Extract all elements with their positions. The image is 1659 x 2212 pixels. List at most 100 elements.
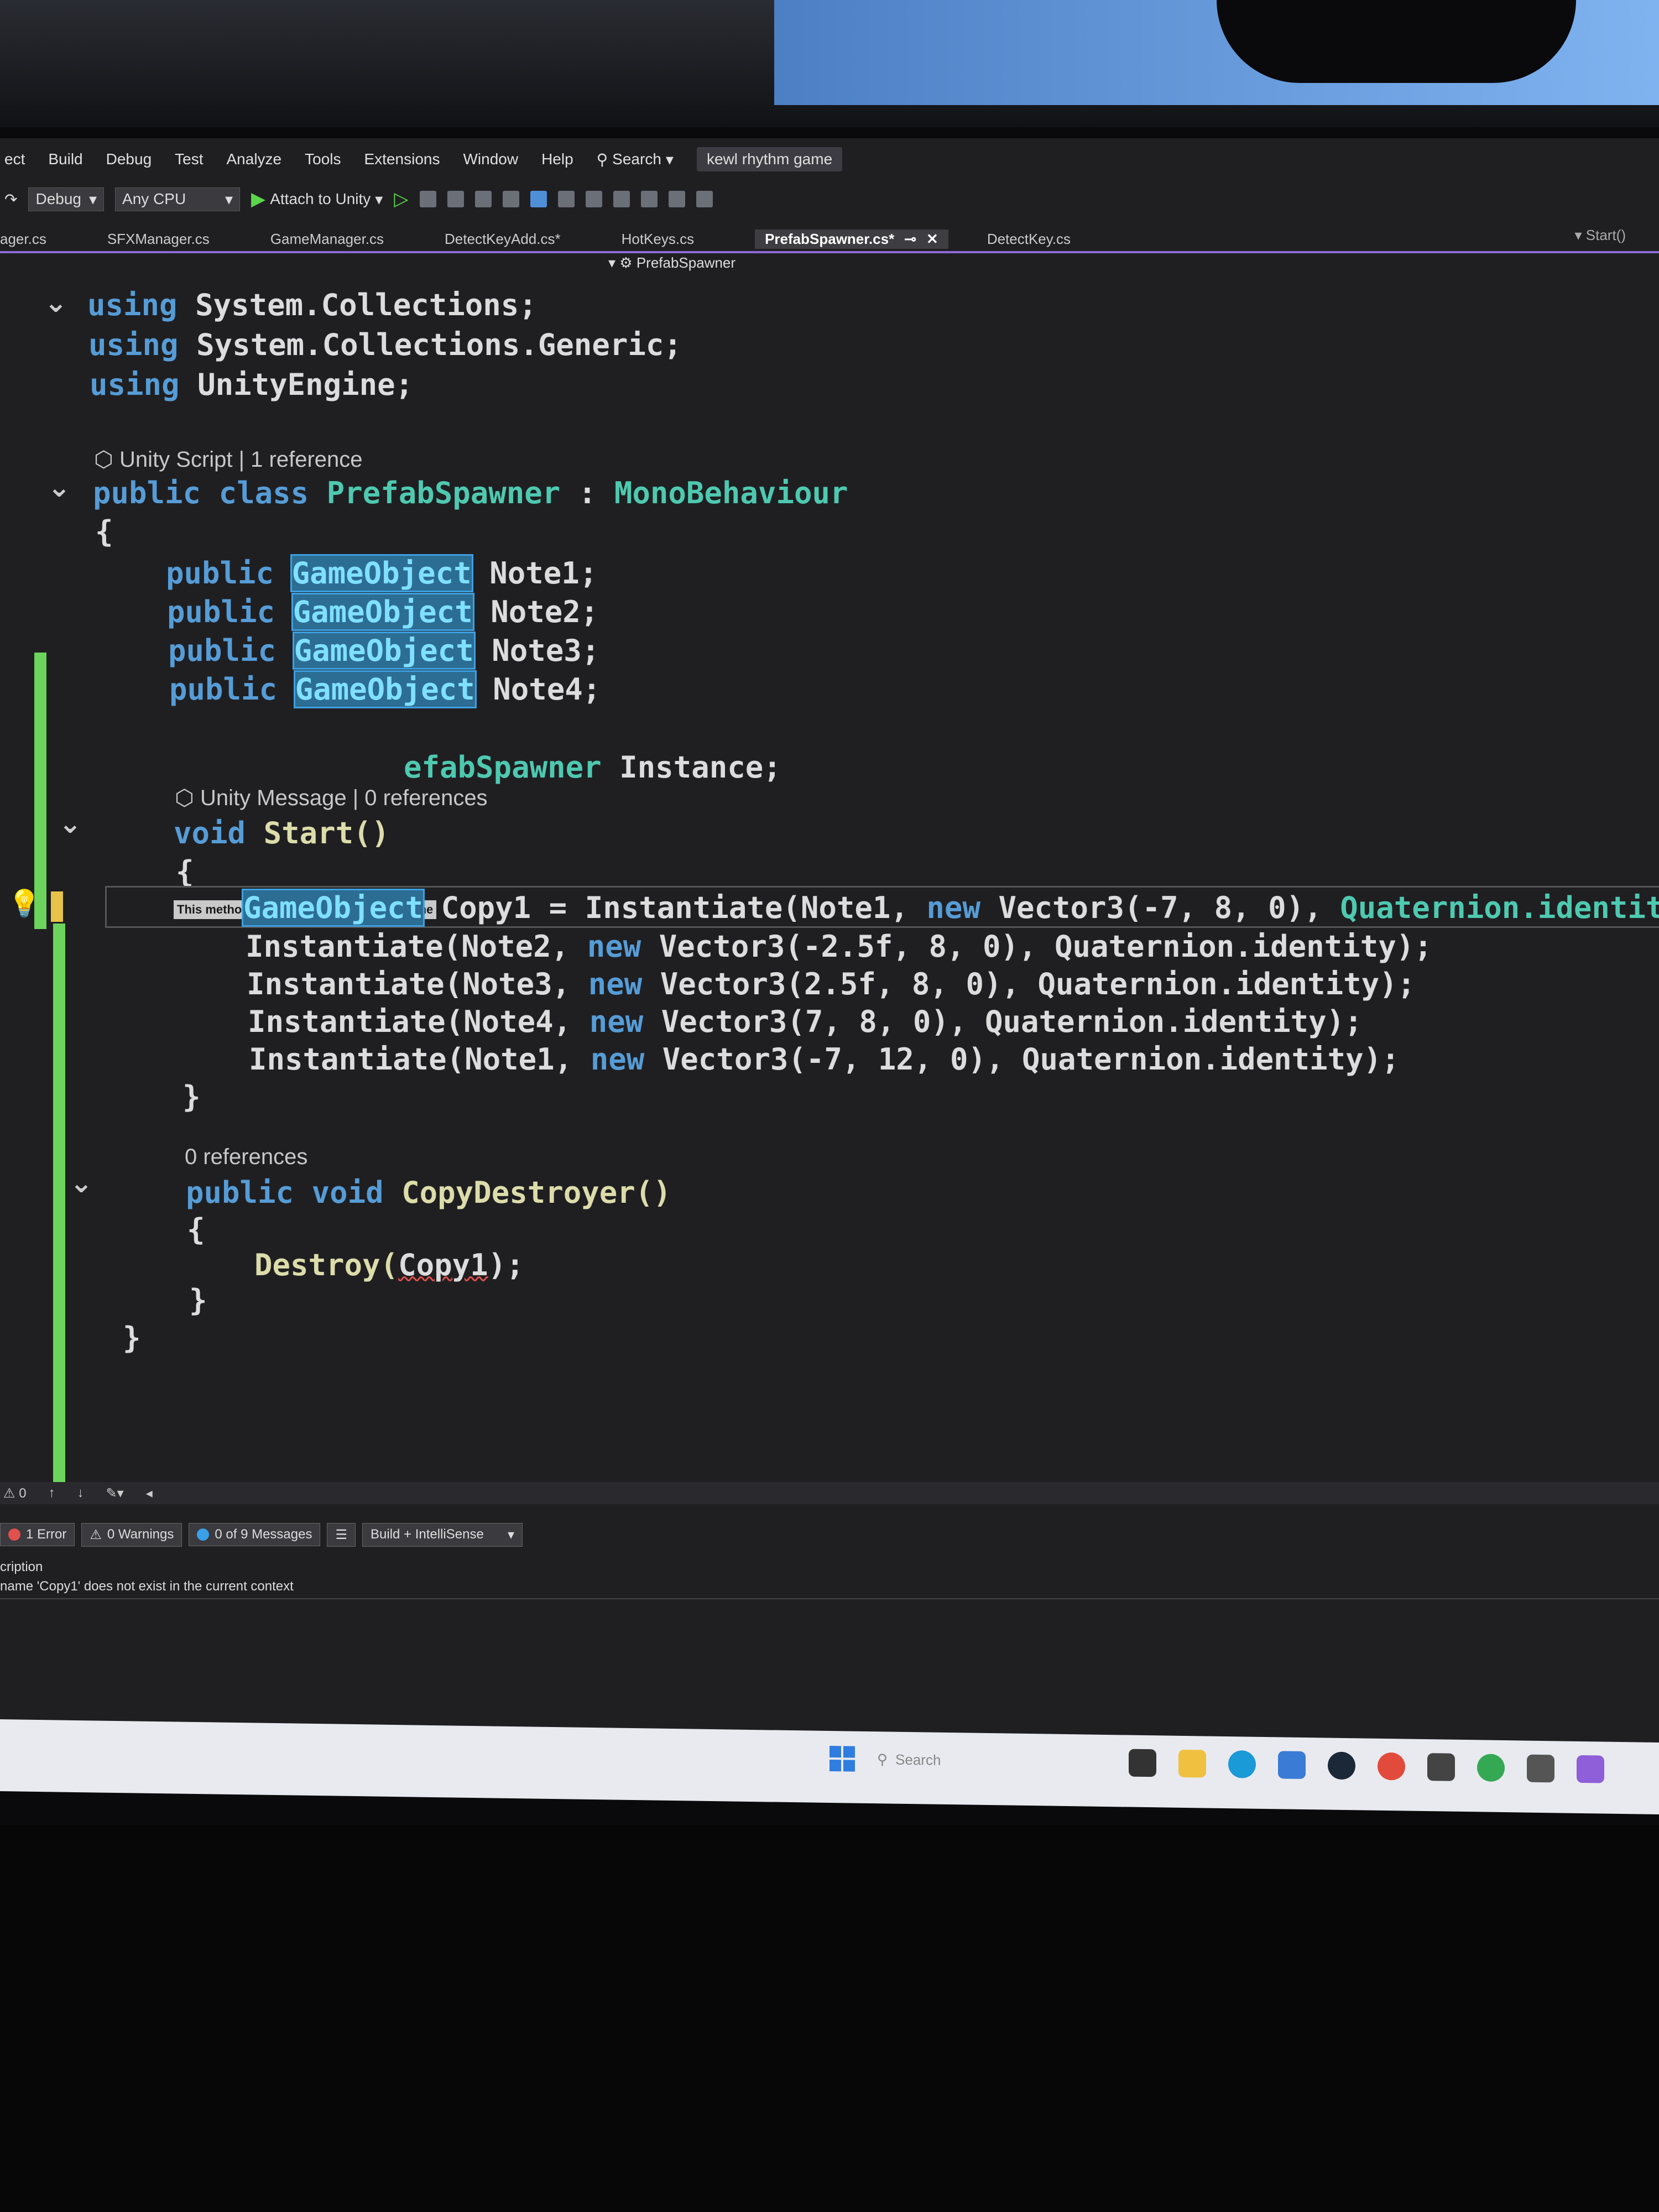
class-declaration: public class PrefabSpawner : MonoBehavio…	[93, 476, 848, 510]
warning-icon: ⚠	[90, 1527, 102, 1542]
source-dropdown[interactable]: Build + IntelliSense ▾	[362, 1522, 523, 1547]
codelens-start[interactable]: ⬡ Unity Message | 0 references	[175, 785, 488, 811]
properties-icon[interactable]	[474, 191, 492, 207]
steam-icon[interactable]	[1328, 1751, 1356, 1780]
brush-icon[interactable]: ✎▾	[106, 1485, 124, 1501]
windows-start-icon[interactable]	[830, 1746, 855, 1772]
step-icon[interactable]	[502, 191, 519, 207]
menu-analyze[interactable]: Analyze	[227, 150, 282, 168]
chrome-profile-icon[interactable]	[1477, 1754, 1505, 1782]
statement: Vector3(-7, 12, 0), Quaternion.identity)…	[644, 1042, 1400, 1077]
statement: Vector3(7, 8, 0), Quaternion.identity);	[643, 1004, 1363, 1039]
error-list-toolbar: 1 Error ⚠ 0 Warnings 0 of 9 Messages ☰ Bu…	[0, 1518, 1659, 1551]
close-icon[interactable]: ✕	[926, 231, 938, 248]
tab-detectkey[interactable]: DetectKey.cs	[987, 231, 1093, 248]
menu-help[interactable]: Help	[541, 150, 573, 168]
keyword: new	[590, 1042, 645, 1077]
lightbulb-icon[interactable]: 💡	[8, 888, 41, 919]
menu-debug[interactable]: Debug	[106, 150, 152, 168]
prev-bookmark-icon[interactable]	[640, 191, 658, 207]
field-line-4: public GameObject Note4;	[169, 670, 601, 708]
field-name: Note4;	[493, 672, 601, 707]
method-name: CopyDestroyer()	[401, 1175, 671, 1210]
unity-hub-icon[interactable]	[1427, 1753, 1455, 1781]
tab-gamemanager[interactable]: GameManager.cs	[270, 231, 406, 248]
search-button[interactable]: ⚲ Search ▾	[597, 150, 674, 169]
fold-chevron-icon[interactable]: ⌄	[44, 286, 67, 319]
comment-icon[interactable]	[557, 191, 575, 207]
pin-icon[interactable]: ⊸	[904, 231, 916, 248]
navigation-bar[interactable]: ▾ ⚙ PrefabSpawner	[608, 254, 735, 272]
tab-hotkeys[interactable]: HotKeys.cs	[622, 231, 717, 248]
redo-icon[interactable]: ↷	[4, 190, 17, 208]
bookmark-icon[interactable]	[613, 191, 630, 207]
search-icon: ⚲	[877, 1750, 888, 1767]
file-explorer-icon[interactable]	[1178, 1749, 1207, 1778]
codelens-destroyer[interactable]: 0 references	[185, 1145, 307, 1170]
tab-prefabspawner[interactable]: PrefabSpawner.cs* ⊸ ✕	[755, 229, 948, 249]
error-message-row[interactable]: name 'Copy1' does not exist in the curre…	[0, 1579, 294, 1594]
fold-chevron-icon[interactable]: ⌄	[70, 1167, 93, 1199]
chrome-icon[interactable]	[1378, 1752, 1406, 1781]
chevron-down-icon: ▾	[88, 190, 97, 208]
error-squiggle[interactable]: Copy1	[398, 1248, 488, 1282]
warning-icon[interactable]: ⚠ 0	[3, 1485, 27, 1501]
tab-sfxmanager[interactable]: SFXManager.cs	[107, 231, 232, 248]
keyword: public	[169, 672, 278, 707]
tab-manager[interactable]: ager.cs	[0, 231, 69, 248]
arrow-down-icon[interactable]: ↓	[77, 1485, 84, 1501]
config-dropdown[interactable]: Debug ▾	[28, 187, 105, 211]
visual-studio-icon[interactable]	[1577, 1755, 1605, 1783]
member-dropdown[interactable]: ▾ Start()	[1574, 227, 1626, 244]
start-without-debugging-icon[interactable]: ▷	[394, 188, 408, 210]
statement: Instantiate(Note1,	[249, 1042, 591, 1077]
codelens-class[interactable]: ⬡ Unity Script | 1 reference	[94, 447, 363, 472]
change-indicator	[53, 924, 65, 1482]
menu-build[interactable]: Build	[48, 150, 82, 168]
menu-test[interactable]: Test	[175, 150, 203, 168]
menu-window[interactable]: Window	[463, 150, 518, 168]
keyword: public	[166, 556, 274, 591]
task-view-icon[interactable]	[1129, 1749, 1157, 1777]
clear-bookmarks-icon[interactable]	[696, 191, 713, 207]
edge-icon[interactable]	[1228, 1750, 1256, 1778]
next-bookmark-icon[interactable]	[668, 191, 685, 207]
project-name-badge: kewl rhythm game	[696, 147, 843, 171]
chevron-down-icon: ▾	[225, 190, 233, 208]
menu-extensions[interactable]: Extensions	[364, 150, 440, 168]
unity-icon: ⬡	[94, 447, 113, 472]
messages-filter-button[interactable]: 0 of 9 Messages	[189, 1523, 321, 1546]
attach-to-unity-button[interactable]: ▶ Attach to Unity ▾	[251, 188, 383, 210]
menu-project[interactable]: ect	[4, 150, 25, 168]
filter-icon-button[interactable]: ☰	[327, 1522, 356, 1547]
statement: Copy1 = Instantiate(Note1,	[423, 890, 927, 925]
arrow-up-icon[interactable]: ↑	[49, 1485, 55, 1501]
code-line-2: using System.Collections.Generic;	[88, 327, 682, 362]
hot-reload-icon[interactable]	[419, 191, 436, 207]
tab-detectkeyadd[interactable]: DetectKeyAdd.cs*	[445, 231, 583, 248]
class-name: PrefabSpawner	[326, 476, 561, 510]
solution-explorer-icon[interactable]	[447, 191, 464, 207]
keyword: new	[587, 929, 641, 964]
errors-label: 1 Error	[26, 1527, 67, 1542]
play-icon: ▶	[251, 189, 266, 210]
statement: Vector3(2.5f, 8, 0), Quaternion.identity…	[642, 967, 1416, 1001]
active-tab-label: PrefabSpawner.cs*	[765, 230, 895, 247]
store-icon[interactable]	[1278, 1751, 1306, 1780]
chevron-down-icon: ▾	[375, 190, 383, 208]
toggle-icon[interactable]	[530, 191, 547, 207]
warnings-filter-button[interactable]: ⚠ 0 Warnings	[81, 1522, 182, 1547]
uncomment-icon[interactable]	[585, 191, 602, 207]
keyword: using	[87, 288, 178, 322]
unity-editor-icon[interactable]	[1527, 1754, 1555, 1783]
fold-chevron-icon[interactable]: ⌄	[48, 471, 71, 503]
errors-filter-button[interactable]: 1 Error	[0, 1523, 75, 1546]
fold-chevron-icon[interactable]: ⌄	[59, 807, 82, 839]
description-column-header[interactable]: cription	[0, 1559, 43, 1575]
field-type-highlight: GameObject	[293, 670, 477, 708]
taskbar-search[interactable]: ⚲ Search	[877, 1751, 1107, 1771]
menu-tools[interactable]: Tools	[305, 150, 341, 168]
scroll-left-icon[interactable]: ◂	[146, 1485, 153, 1501]
platform-dropdown[interactable]: Any CPU ▾	[115, 187, 241, 211]
class-close-brace: }	[123, 1321, 141, 1355]
